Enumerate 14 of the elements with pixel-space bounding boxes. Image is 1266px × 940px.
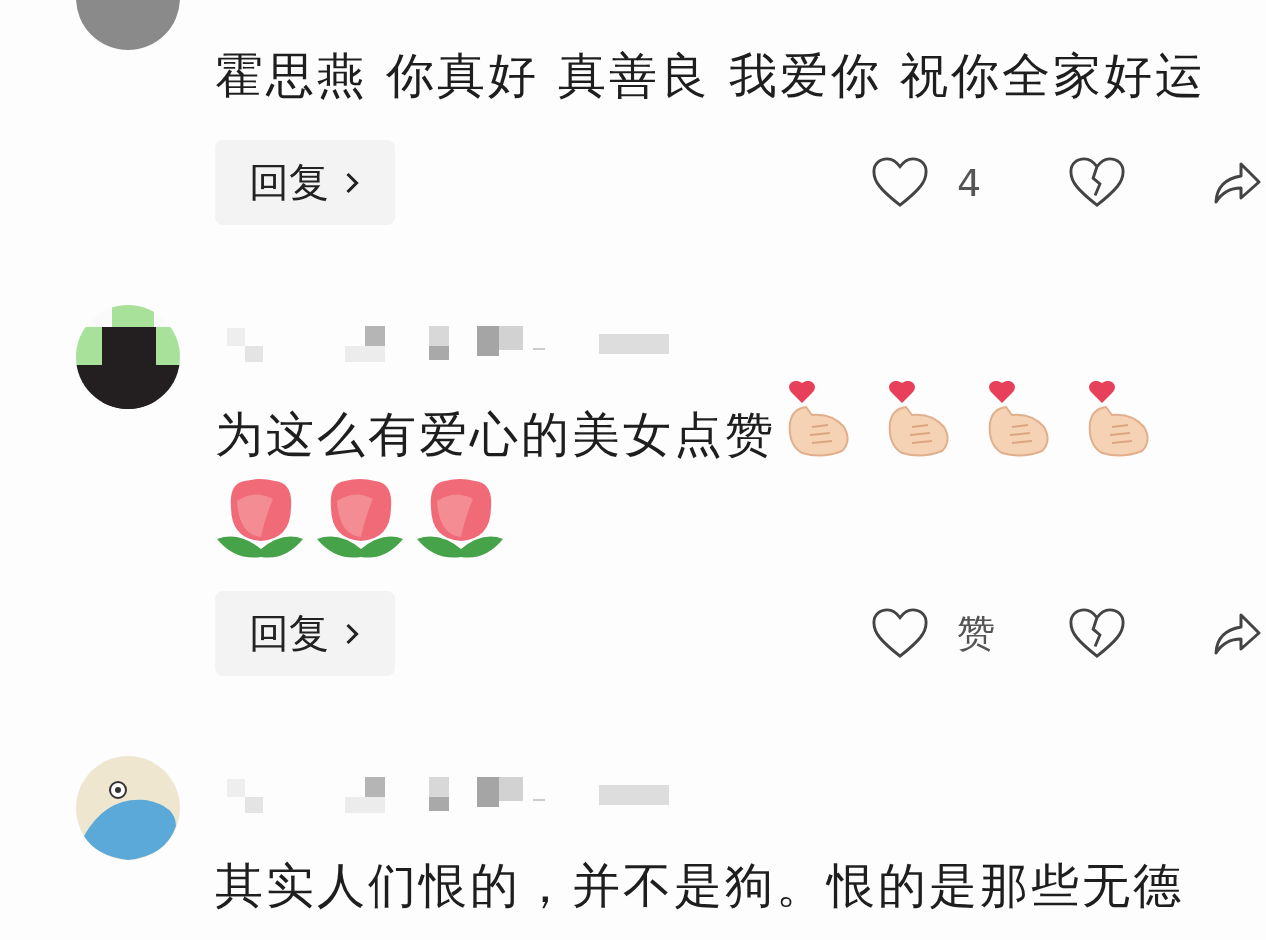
like-count: 赞 — [957, 610, 996, 657]
comment-text: 为这么有爱心的美女点赞 — [215, 405, 776, 464]
like-count: 4 — [957, 160, 983, 205]
heart-icon[interactable] — [871, 606, 929, 661]
reply-button[interactable]: 回复 — [215, 140, 395, 225]
rose-icon — [415, 477, 505, 561]
comment-text: 霍思燕 你真好 真善良 我爱你 祝你全家好运 — [215, 46, 1207, 105]
heart-icon[interactable] — [871, 155, 929, 210]
rose-icon — [215, 477, 305, 561]
reply-button[interactable]: 回复 — [215, 591, 395, 676]
comment-text: 其实人们恨的，并不是狗。恨的是那些无德 — [215, 856, 1184, 915]
rose-icon — [315, 477, 405, 561]
broken-heart-icon[interactable] — [1068, 155, 1126, 210]
broken-heart-icon[interactable] — [1068, 606, 1126, 661]
